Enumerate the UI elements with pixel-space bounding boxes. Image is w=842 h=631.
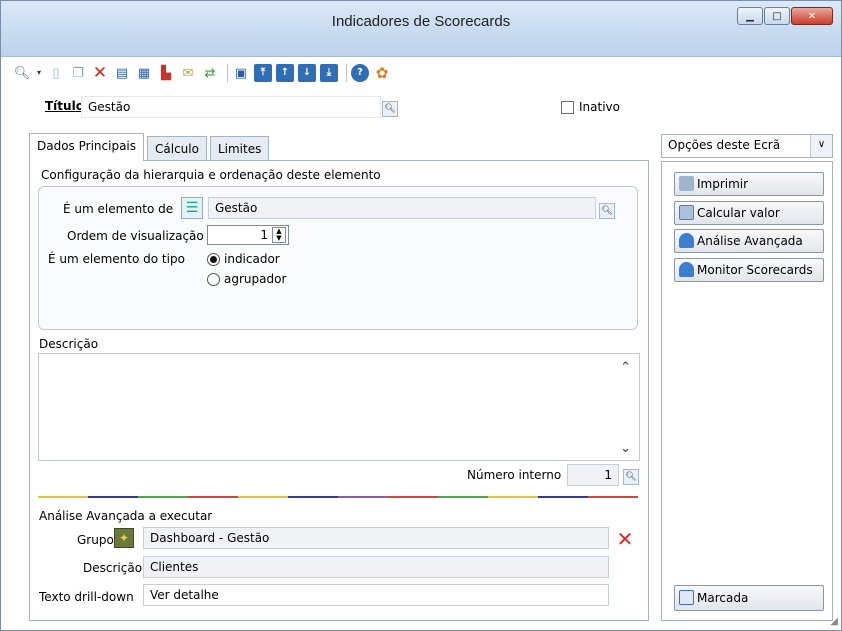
color-divider — [38, 496, 638, 499]
calculator-icon — [679, 205, 694, 220]
stepper-arrows-icon[interactable]: ▲ ▼ — [272, 227, 286, 243]
title-bar: Indicadores de Scorecards ▁ □ ✕ — [1, 1, 841, 57]
internal-number-field: 1 — [567, 464, 619, 486]
inactive-label: Inativo — [579, 100, 620, 114]
title-label: Título — [45, 99, 84, 113]
dashboard-icon: ✦ — [114, 528, 134, 548]
analysis-description-label: Descrição — [83, 561, 143, 575]
toolbar-separator — [227, 64, 228, 82]
element-of-label: É um elemento de — [63, 202, 174, 216]
delete-icon[interactable]: ✕ — [91, 64, 109, 82]
print-button-label: Imprimir — [697, 177, 749, 191]
tree-icon[interactable]: ☰ — [181, 197, 203, 219]
calculate-button-label: Calcular valor — [697, 206, 780, 220]
monitor-scorecards-button[interactable]: Monitor Scorecards — [674, 258, 824, 282]
window-title: Indicadores de Scorecards — [331, 13, 511, 30]
divider-segment — [188, 496, 238, 498]
order-stepper[interactable]: 1 ▲ ▼ — [207, 225, 289, 245]
calculate-button[interactable]: Calcular valor — [674, 201, 824, 225]
marker-icon — [679, 590, 694, 605]
monitor-scorecards-button-label: Monitor Scorecards — [697, 263, 813, 277]
screen-options-label: Opções deste Ecrã — [668, 138, 781, 152]
order-label: Ordem de visualização — [67, 229, 204, 243]
radio-agrupador-label: agrupador — [224, 272, 287, 286]
preview-icon[interactable]: ▣ — [232, 64, 250, 82]
internal-number-label: Número interno — [467, 468, 562, 482]
title-lookup-icon[interactable]: 🔍︎ — [382, 101, 398, 117]
tab-dados-principais[interactable]: Dados Principais — [29, 133, 145, 161]
tab-strip: Dados Principais Cálculo Limites — [29, 133, 272, 162]
marked-button[interactable]: Marcada — [674, 585, 824, 611]
search-icon[interactable]: 🔍︎ — [13, 64, 31, 82]
properties-icon[interactable]: ▤ — [113, 64, 131, 82]
move-down-icon[interactable]: ↓ — [298, 64, 316, 82]
new-document-icon[interactable]: ▯ — [47, 64, 65, 82]
element-of-lookup-icon[interactable]: 🔍︎ — [599, 203, 615, 219]
analysis-icon — [679, 233, 694, 248]
inactive-checkbox[interactable] — [561, 101, 574, 114]
analysis-section-title: Análise Avançada a executar — [39, 509, 213, 523]
order-value: 1 — [260, 228, 268, 242]
move-last-icon[interactable]: ⤓ — [320, 64, 338, 82]
chevron-down-icon[interactable]: ∨ — [810, 135, 832, 157]
type-label: É um elemento do tipo — [48, 252, 185, 266]
toolbar: 🔍︎ ▾ ▯ ❐ ✕ ▤ ▦ ▙ ✉ ⇄ ▣ ⤒ ↑ ↓ ⤓ ? ✿ — [13, 61, 395, 85]
drilldown-label: Texto drill-down — [39, 590, 134, 604]
printer-icon — [679, 176, 694, 191]
tab-calculo[interactable]: Cálculo — [147, 136, 207, 162]
close-button[interactable]: ✕ — [791, 7, 833, 25]
print-button[interactable]: Imprimir — [674, 172, 824, 196]
divider-segment — [488, 496, 538, 498]
toolbar-separator — [346, 64, 347, 82]
divider-segment — [388, 496, 438, 498]
help-icon[interactable]: ? — [351, 64, 369, 82]
advanced-analysis-button-label: Análise Avançada — [697, 234, 803, 248]
drilldown-field[interactable]: Ver detalhe — [143, 584, 609, 606]
analysis-description-field[interactable]: Clientes — [143, 556, 609, 578]
radio-indicador-label: indicador — [224, 252, 280, 266]
table-icon[interactable]: ▦ — [135, 64, 153, 82]
description-label: Descrição — [39, 337, 99, 351]
internal-number-value: 1 — [604, 468, 612, 482]
minimize-button[interactable]: ▁ — [737, 7, 763, 25]
divider-segment — [238, 496, 288, 498]
tab-limites[interactable]: Limites — [209, 136, 270, 162]
divider-segment — [538, 496, 588, 498]
refresh-icon[interactable]: ⇄ — [201, 64, 219, 82]
hierarchy-section-title: Configuração da hierarquia e ordenação d… — [41, 168, 381, 182]
divider-segment — [288, 496, 338, 498]
title-field[interactable]: Gestão — [81, 96, 381, 118]
scroll-down-icon[interactable]: ⌄ — [620, 441, 631, 456]
move-first-icon[interactable]: ⤒ — [254, 64, 272, 82]
radio-indicador[interactable] — [207, 253, 220, 266]
advanced-analysis-button[interactable]: Análise Avançada — [674, 229, 824, 253]
exit-icon[interactable]: ✿ — [373, 64, 391, 82]
group-label: Grupo — [77, 533, 114, 547]
divider-segment — [338, 496, 388, 498]
chevron-down-icon[interactable]: ▾ — [35, 64, 43, 82]
radio-agrupador[interactable] — [207, 273, 220, 286]
scroll-up-icon[interactable]: ⌃ — [620, 360, 631, 375]
group-field[interactable]: Dashboard - Gestão — [143, 527, 609, 549]
move-up-icon[interactable]: ↑ — [276, 64, 294, 82]
divider-segment — [438, 496, 488, 498]
resize-grip-icon[interactable]: ◢ — [830, 616, 838, 627]
internal-number-lookup-icon[interactable]: 🔍︎ — [623, 469, 639, 485]
clear-group-icon[interactable]: ✕ — [614, 529, 636, 549]
divider-segment — [38, 496, 88, 498]
maximize-button[interactable]: □ — [764, 7, 790, 25]
divider-segment — [138, 496, 188, 498]
monitor-icon — [679, 262, 694, 277]
hierarchy-icon[interactable]: ▙ — [157, 64, 175, 82]
mail-icon[interactable]: ✉ — [179, 64, 197, 82]
divider-segment — [88, 496, 138, 498]
description-textarea[interactable]: ⌃ ⌄ — [38, 353, 640, 461]
element-of-field[interactable]: Gestão — [208, 197, 596, 219]
window: Indicadores de Scorecards ▁ □ ✕ 🔍︎ ▾ ▯ ❐… — [0, 0, 842, 631]
copy-document-icon[interactable]: ❐ — [69, 64, 87, 82]
divider-segment — [588, 496, 638, 498]
screen-options-dropdown[interactable]: Opções deste Ecrã ∨ — [661, 134, 833, 158]
marked-button-label: Marcada — [697, 591, 749, 605]
window-controls: ▁ □ ✕ — [736, 7, 833, 25]
